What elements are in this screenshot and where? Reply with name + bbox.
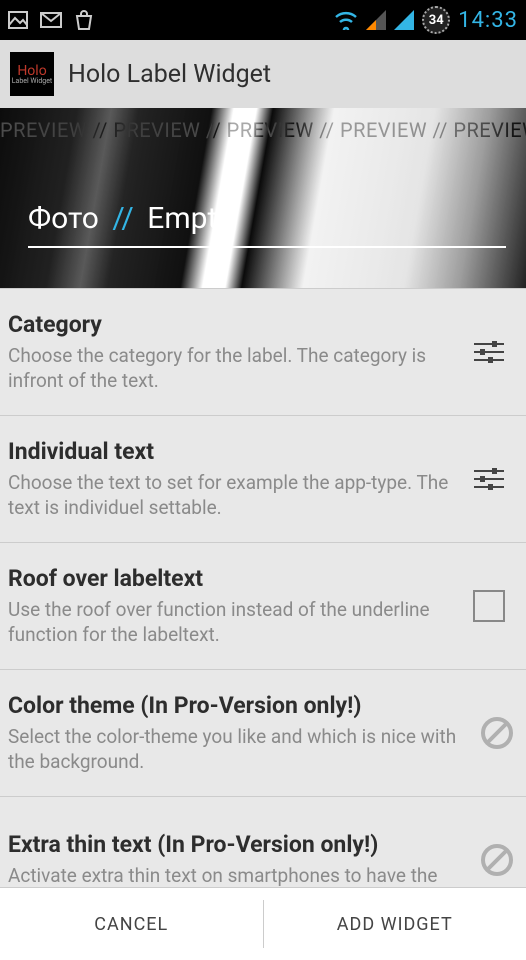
settings-list: Category Choose the category for the lab… (0, 288, 526, 924)
preview-watermark: PREVIEW // PREVIEW // PREVIEW // PREVIEW… (0, 118, 526, 142)
setting-color-theme[interactable]: Color theme (In Pro-Version only!) Selec… (0, 669, 526, 797)
setting-title: Extra thin text (In Pro-Version only!) (8, 831, 468, 858)
gallery-icon (8, 11, 28, 29)
cancel-button[interactable]: CANCEL (0, 888, 263, 960)
setting-individual-text[interactable]: Individual text Choose the text to set f… (0, 415, 526, 543)
preview-separator: // (106, 201, 139, 236)
signal2-icon (394, 10, 414, 30)
preview-category: Фото (28, 201, 99, 236)
setting-roof-over[interactable]: Roof over labeltext Use the roof over fu… (0, 542, 526, 670)
battery-badge-icon: 34 (422, 6, 450, 34)
sliders-icon[interactable] (464, 339, 514, 365)
status-bar: 34 14:33 (0, 0, 526, 40)
bottom-bar: CANCEL ADD WIDGET (0, 887, 526, 960)
widget-preview: PREVIEW // PREVIEW // PREVIEW // PREVIEW… (0, 108, 526, 288)
preview-underline (28, 246, 506, 248)
setting-title: Category (8, 311, 452, 338)
signal1-icon (366, 10, 386, 30)
setting-desc: Activate extra thin text on smartphones … (8, 864, 468, 888)
preview-text: Empty (147, 201, 231, 236)
disabled-icon (480, 716, 514, 750)
setting-title: Roof over labeltext (8, 565, 452, 592)
preview-label: Фото // Empty (28, 201, 231, 236)
wifi-icon (334, 10, 358, 30)
checkbox[interactable] (473, 590, 505, 622)
setting-desc: Choose the text to set for example the a… (8, 471, 452, 520)
app-icon: Holo Label Widget (10, 52, 54, 96)
clock: 14:33 (458, 8, 518, 33)
store-icon (74, 10, 94, 30)
setting-desc: Use the roof over function instead of th… (8, 598, 452, 647)
app-header: Holo Label Widget Holo Label Widget (0, 40, 526, 108)
disabled-icon (480, 843, 514, 877)
setting-category[interactable]: Category Choose the category for the lab… (0, 288, 526, 416)
setting-desc: Choose the category for the label. The c… (8, 344, 452, 393)
app-title: Holo Label Widget (68, 60, 271, 89)
setting-title: Individual text (8, 438, 452, 465)
mail-icon (40, 12, 62, 28)
setting-desc: Select the color-theme you like and whic… (8, 725, 468, 774)
sliders-icon[interactable] (464, 466, 514, 492)
setting-title: Color theme (In Pro-Version only!) (8, 692, 468, 719)
add-widget-button[interactable]: ADD WIDGET (264, 888, 526, 960)
